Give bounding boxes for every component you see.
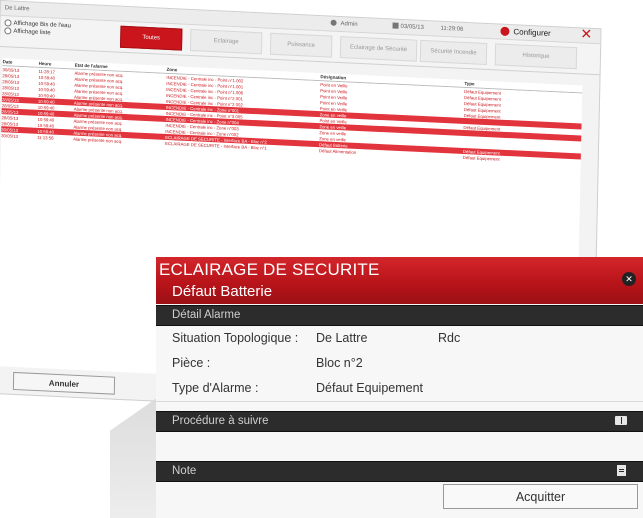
alarm-detail-popup: ECLAIRAGE DE SECURITE Défaut Batterie ✕ …: [156, 257, 643, 518]
radio-icon: [4, 19, 12, 27]
radio-display-list[interactable]: Affichage liste: [4, 27, 51, 36]
section-label: Détail Alarme: [172, 309, 241, 321]
detail-row-alarm-type: Type d'Alarme : Défaut Equipement: [156, 376, 643, 402]
popup-header: ECLAIRAGE DE SECURITE Défaut Batterie ✕: [156, 257, 643, 304]
topology-label: Situation Topologique :: [172, 331, 299, 345]
section-note[interactable]: Note: [156, 461, 643, 482]
alarm-type-value: Défaut Equipement: [316, 381, 424, 395]
document-icon[interactable]: [617, 465, 626, 476]
cell-hour: 11:13:56: [37, 134, 54, 141]
tab-history[interactable]: Historique: [494, 43, 578, 70]
tab-power[interactable]: Puissance: [269, 32, 333, 58]
calendar-icon: [392, 22, 399, 29]
cell-date: 30/05/13: [1, 132, 18, 139]
topology-level: Rdc: [438, 331, 461, 345]
header-hour[interactable]: Heure: [39, 61, 73, 68]
configure-button[interactable]: Configurer: [500, 24, 551, 40]
close-icon[interactable]: ✕: [622, 272, 636, 286]
user-name: Admin: [340, 21, 358, 28]
radio-label: Affichage liste: [13, 28, 51, 36]
room-value: Bloc n°2: [316, 356, 363, 370]
current-date: 03/05/13: [400, 23, 424, 31]
section-label: Procédure à suivre: [172, 415, 269, 427]
window-title: De Lattre: [4, 5, 30, 13]
cancel-button[interactable]: Annuler: [12, 371, 116, 395]
acknowledge-button[interactable]: Acquitter: [443, 484, 638, 509]
header-date[interactable]: Date: [3, 59, 37, 66]
close-window-button[interactable]: ✕: [580, 25, 592, 43]
tab-lighting[interactable]: Eclairage: [189, 28, 263, 55]
room-label: Pièce :: [172, 356, 211, 370]
section-label: Note: [172, 465, 197, 477]
tab-all[interactable]: Toutes: [120, 25, 183, 51]
topology-value: De Lattre: [316, 331, 368, 345]
configure-label: Configurer: [513, 26, 551, 38]
detail-row-room: Pièce : Bloc n°2: [156, 351, 643, 377]
section-procedure[interactable]: Procédure à suivre: [156, 411, 643, 432]
popup-title: ECLAIRAGE DE SECURITE: [159, 260, 380, 279]
gear-icon: [500, 26, 510, 36]
book-icon[interactable]: [615, 416, 627, 425]
tab-fire-safety[interactable]: Sécurité Incendie: [419, 39, 488, 65]
user-icon: [330, 19, 337, 26]
popup-subtitle: Défaut Batterie: [172, 283, 273, 300]
current-time: 11:29:06: [440, 25, 464, 33]
alarm-type-label: Type d'Alarme :: [172, 381, 259, 395]
section-alarm-detail: Détail Alarme: [156, 305, 643, 326]
procedure-content: [156, 432, 643, 460]
detail-row-topology: Situation Topologique : De Lattre Rdc: [156, 326, 643, 352]
tab-safety-lighting[interactable]: Eclairage de Sécurité: [339, 36, 418, 62]
radio-icon: [4, 27, 12, 35]
